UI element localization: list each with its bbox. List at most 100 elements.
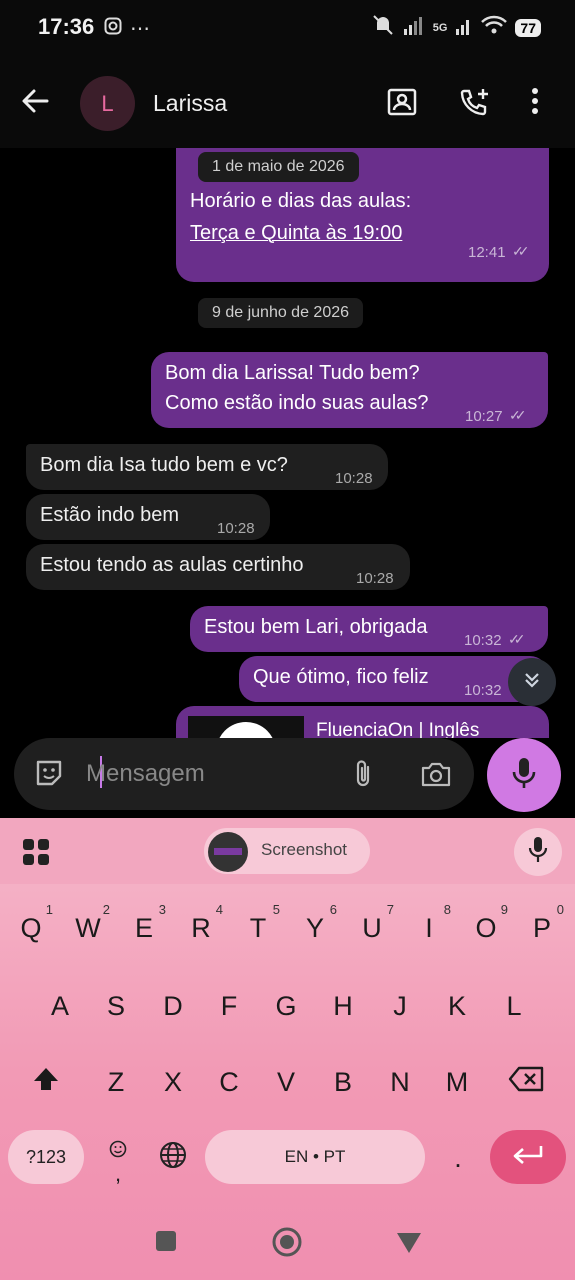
key-n[interactable]: N — [374, 1054, 426, 1110]
scroll-to-bottom-button[interactable] — [508, 658, 556, 706]
read-check-icon: ✓✓ — [508, 631, 526, 647]
message-text: Estou bem Lari, obrigada — [204, 616, 428, 638]
shift-key[interactable] — [20, 1054, 72, 1110]
key-t[interactable]: T5 — [232, 900, 284, 956]
key-h[interactable]: H — [317, 978, 369, 1034]
contact-card-icon[interactable] — [386, 86, 418, 123]
backspace-key[interactable] — [500, 1054, 552, 1110]
space-bar[interactable]: EN • PT — [205, 1130, 425, 1184]
message-text: Que ótimo, fico feliz — [253, 666, 429, 688]
back-triangle-icon[interactable] — [396, 1232, 422, 1259]
date-divider: 1 de maio de 2026 — [198, 152, 359, 182]
more-options-icon[interactable] — [530, 86, 540, 121]
system-nav-bar — [0, 1200, 575, 1280]
message-time: 10:28 — [356, 570, 394, 587]
chevron-double-down-icon — [522, 670, 542, 695]
incoming-message[interactable]: Bom dia Isa tudo bem e vc? 10:28 — [26, 444, 388, 490]
add-call-icon[interactable] — [458, 86, 492, 125]
outgoing-message[interactable]: Estou bem Lari, obrigada 10:32 ✓✓ — [190, 606, 548, 652]
home-icon[interactable] — [272, 1227, 302, 1262]
key-u[interactable]: U7 — [346, 900, 398, 956]
keyboard-voice-button[interactable] — [514, 828, 562, 876]
incoming-message[interactable]: Estão indo bem 10:28 — [26, 494, 270, 540]
status-time: 17:36 — [38, 14, 95, 39]
read-check-icon: ✓✓ — [512, 243, 530, 259]
key-f[interactable]: F — [203, 978, 255, 1034]
message-text: Estão indo bem — [40, 504, 179, 526]
battery-indicator: 77 — [515, 18, 541, 37]
key-k[interactable]: K — [431, 978, 483, 1034]
emoji-comma-key[interactable]: , — [92, 1130, 144, 1186]
link-preview-image — [188, 716, 304, 738]
message-composer: Mensagem — [0, 738, 575, 818]
outgoing-message[interactable]: Que ótimo, fico feliz 10:32 — [239, 656, 548, 702]
chat-header: L Larissa — [0, 56, 575, 148]
key-y[interactable]: Y6 — [289, 900, 341, 956]
message-text-line: Terça e Quinta às 19:00 — [190, 222, 403, 244]
message-time: 10:28 — [217, 520, 255, 537]
enter-icon — [511, 1144, 545, 1171]
key-z[interactable]: Z — [90, 1054, 142, 1110]
language-key[interactable] — [147, 1130, 199, 1186]
screenshot-suggestion-chip[interactable]: Screenshot — [204, 828, 370, 874]
microphone-icon — [511, 756, 537, 795]
message-text-line: Bom dia Larissa! Tudo bem? — [165, 362, 420, 384]
recent-apps-icon[interactable] — [155, 1230, 177, 1257]
message-text: Bom dia Isa tudo bem e vc? — [40, 454, 288, 476]
shift-arrow-icon — [32, 1066, 60, 1099]
contact-avatar[interactable]: L — [80, 76, 135, 131]
key-o[interactable]: O9 — [460, 900, 512, 956]
incoming-message[interactable]: Estou tendo as aulas certinho 10:28 — [26, 544, 410, 590]
emoji-icon — [109, 1134, 127, 1165]
message-time: 10:32 — [464, 682, 502, 699]
message-text-line: Horário e dias das aulas: — [190, 190, 412, 212]
sticker-icon[interactable] — [34, 758, 64, 793]
key-a[interactable]: A — [34, 978, 86, 1034]
key-q[interactable]: Q1 — [5, 900, 57, 956]
enter-key[interactable] — [490, 1130, 566, 1184]
key-e[interactable]: E3 — [118, 900, 170, 956]
key-s[interactable]: S — [90, 978, 142, 1034]
message-text: Estou tendo as aulas certinho — [40, 554, 304, 576]
key-c[interactable]: C — [203, 1054, 255, 1110]
chip-label: Screenshot — [261, 840, 347, 859]
outgoing-message[interactable]: Bom dia Larissa! Tudo bem? Como estão in… — [151, 352, 548, 428]
key-j[interactable]: J — [374, 978, 426, 1034]
contact-name[interactable]: Larissa — [153, 90, 227, 117]
key-g[interactable]: G — [260, 978, 312, 1034]
back-arrow-icon[interactable] — [20, 86, 50, 121]
read-check-icon: ✓✓ — [509, 407, 527, 423]
wifi-icon — [481, 15, 508, 40]
key-v[interactable]: V — [260, 1054, 312, 1110]
message-input[interactable]: Mensagem — [14, 738, 474, 810]
key-r[interactable]: R4 — [175, 900, 227, 956]
microphone-icon — [528, 836, 548, 869]
apps-grid-icon[interactable] — [22, 838, 50, 871]
key-p[interactable]: P0 — [516, 900, 568, 956]
key-i[interactable]: I8 — [403, 900, 455, 956]
attach-icon[interactable] — [352, 758, 374, 795]
period-key[interactable]: . — [432, 1130, 484, 1186]
symbols-key[interactable]: ?123 — [8, 1130, 84, 1184]
message-time: 12:41 — [468, 244, 506, 261]
key-w[interactable]: W2 — [62, 900, 114, 956]
signal-icon — [403, 15, 425, 40]
keyboard-toolbar: Screenshot — [0, 818, 575, 884]
link-preview-title: FluenciaOn | Inglês — [316, 720, 480, 738]
key-m[interactable]: M — [431, 1054, 483, 1110]
link-preview-message[interactable]: FluenciaOn | Inglês — [176, 706, 549, 738]
message-placeholder: Mensagem — [86, 760, 205, 787]
mute-icon — [371, 14, 395, 41]
instagram-icon — [104, 17, 122, 40]
key-x[interactable]: X — [147, 1054, 199, 1110]
key-b[interactable]: B — [317, 1054, 369, 1110]
backspace-icon — [508, 1066, 544, 1099]
key-d[interactable]: D — [147, 978, 199, 1034]
camera-icon[interactable] — [420, 760, 452, 793]
date-divider: 9 de junho de 2026 — [198, 298, 364, 328]
signal-5g-icon — [455, 15, 473, 40]
voice-message-button[interactable] — [487, 738, 561, 812]
key-l[interactable]: L — [488, 978, 540, 1034]
globe-icon — [158, 1140, 188, 1177]
message-list[interactable]: Horário e dias das aulas: Terça e Quinta… — [0, 148, 575, 738]
